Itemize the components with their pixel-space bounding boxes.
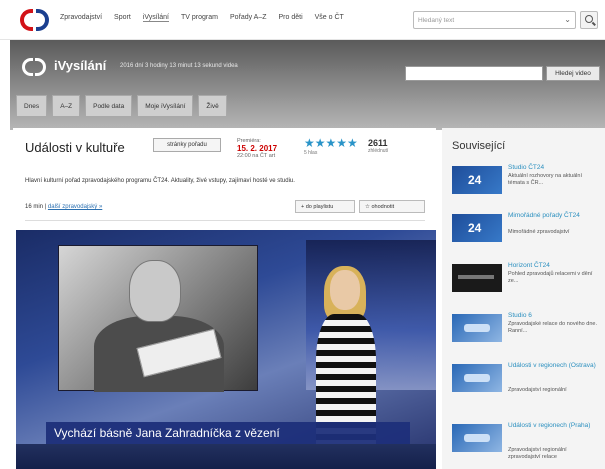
related-thumbnail[interactable] bbox=[452, 424, 502, 452]
premiere-info: Premiéra: 15. 2. 2017 22:00 na ČT art bbox=[237, 138, 297, 159]
studio6-logo-icon bbox=[464, 324, 490, 332]
rate-label: ohodnotit bbox=[371, 204, 395, 210]
divider bbox=[25, 220, 425, 221]
related-item-desc: Zpravodajství regionální zpravodajství r… bbox=[508, 447, 567, 460]
view-count: 2611 zhlédnutí bbox=[368, 138, 418, 154]
tab-a-z[interactable]: A–Z bbox=[52, 95, 81, 117]
related-thumbnail[interactable] bbox=[452, 314, 502, 342]
related-item[interactable]: Horizont ČT24 Pohled zpravodajů relacemi… bbox=[452, 260, 602, 306]
logo-left-arc bbox=[20, 9, 33, 31]
top-navigation: Zpravodajství Sport iVysílání TV program… bbox=[0, 0, 605, 40]
premiere-time: 22:00 na ČT art bbox=[237, 153, 276, 159]
search-video-button[interactable]: Hledej video bbox=[546, 66, 600, 81]
related-item-desc: Mimořádné zpravodajství bbox=[508, 229, 570, 235]
related-thumbnail[interactable] bbox=[452, 264, 502, 292]
search-placeholder: Hledaný text bbox=[418, 17, 455, 24]
rating-label: 5 hlas bbox=[304, 150, 318, 156]
rating-stars-icon[interactable]: ★★★★★ bbox=[304, 136, 364, 150]
related-thumbnail[interactable] bbox=[452, 364, 502, 392]
premiere-date: 15. 2. 2017 bbox=[237, 144, 278, 153]
program-description: Hlavní kulturní pořad zpravodajského pro… bbox=[25, 178, 295, 184]
views-number: 2611 bbox=[368, 138, 388, 148]
ivysilani-logo-right bbox=[35, 58, 46, 76]
video-stats: 2016 dní 3 hodiny 13 minut 13 sekund vid… bbox=[120, 63, 238, 69]
related-item-desc: Zpravodajské relace do nového dne. Ranní… bbox=[508, 321, 597, 334]
related-item[interactable]: Studio 6 Zpravodajské relace do nového d… bbox=[452, 310, 602, 356]
tab-dnes[interactable]: Dnes bbox=[16, 95, 48, 117]
related-item[interactable]: 24 Studio ČT24 Aktuální rozhovory na akt… bbox=[452, 162, 602, 208]
horizont-logo-icon bbox=[458, 275, 494, 279]
related-item[interactable]: Události v regionech (Ostrava) Zpravodaj… bbox=[452, 360, 602, 406]
regional-logo-icon bbox=[464, 374, 490, 382]
tab-zive[interactable]: Živě bbox=[198, 95, 227, 117]
program-panel: Události v kultuře stránky pořadu Premié… bbox=[13, 128, 436, 469]
program-title: Události v kultuře bbox=[25, 140, 125, 155]
related-sidebar: Související 24 Studio ČT24 Aktuální rozh… bbox=[442, 128, 605, 469]
nav-item-porady[interactable]: Pořady A–Z bbox=[230, 14, 267, 22]
related-item-title[interactable]: Události v regionech (Ostrava) bbox=[508, 362, 600, 370]
related-title: Související bbox=[452, 140, 506, 152]
search-icon bbox=[585, 15, 593, 23]
related-thumbnail[interactable]: 24 bbox=[452, 166, 502, 194]
related-item-desc: Aktuální rozhovory na aktuální témata s … bbox=[508, 173, 582, 186]
related-item-title[interactable]: Horizont ČT24 bbox=[508, 262, 600, 270]
rate-button[interactable]: ☆ ohodnotit bbox=[359, 200, 425, 213]
nav-item-zpravodajstvi[interactable]: Zpravodajství bbox=[60, 14, 102, 22]
nav-item-sport[interactable]: Sport bbox=[114, 14, 131, 22]
ivysilani-tabs: Dnes A–Z Podle data Moje iVysílání Živě bbox=[16, 95, 227, 117]
ivysilani-logo-left bbox=[22, 58, 33, 76]
ct-logo[interactable] bbox=[20, 9, 50, 31]
nav-item-vse-o-ct[interactable]: Vše o ČT bbox=[315, 14, 344, 22]
video-search-input[interactable] bbox=[405, 66, 543, 81]
related-item-desc: Pohled zpravodajů relacemi v dění ze... bbox=[508, 271, 593, 284]
regional-logo-icon bbox=[464, 434, 490, 442]
playlist-label: do playlistu bbox=[305, 204, 334, 210]
video-caption: Vychází básně Jana Zahradníčka z vězení bbox=[54, 426, 280, 440]
duration: 16 min bbox=[25, 204, 44, 210]
tab-podle-data[interactable]: Podle data bbox=[85, 95, 133, 117]
related-item-title[interactable]: Události v regionech (Praha) bbox=[508, 422, 600, 430]
ct24-logo-icon: 24 bbox=[468, 221, 482, 235]
add-to-playlist-button[interactable]: + do playlistu bbox=[295, 200, 355, 213]
archive-photo bbox=[58, 245, 258, 392]
related-item[interactable]: Události v regionech (Praha) Zpravodajst… bbox=[452, 420, 602, 466]
video-player[interactable]: Vychází básně Jana Zahradníčka z vězení bbox=[16, 230, 436, 469]
tab-moje-ivysilani[interactable]: Moje iVysílání bbox=[137, 95, 194, 117]
program-page-button[interactable]: stránky pořadu bbox=[153, 138, 221, 152]
photo-figure-head bbox=[129, 260, 181, 322]
related-item-title[interactable]: Mimořádné pořady ČT24 bbox=[508, 212, 600, 220]
ct24-logo-icon: 24 bbox=[468, 173, 482, 187]
rating: ★★★★★ 5 hlas bbox=[304, 136, 364, 156]
logo-right-arc bbox=[36, 9, 49, 31]
presenter-face bbox=[330, 270, 360, 310]
related-item-desc: Zpravodajství regionální bbox=[508, 387, 567, 393]
ivysilani-logo-icon[interactable] bbox=[22, 58, 48, 76]
ivysilani-header: iVysílání 2016 dní 3 hodiny 13 minut 13 … bbox=[10, 40, 605, 130]
site-search-input[interactable]: Hledaný text ⌄ bbox=[413, 11, 576, 29]
related-item-title[interactable]: Studio 6 bbox=[508, 312, 600, 320]
views-label: zhlédnutí bbox=[368, 148, 389, 154]
more-episodes-link[interactable]: další zpravodajský » bbox=[48, 204, 102, 210]
nav-item-tv-program[interactable]: TV program bbox=[181, 14, 218, 22]
search-button[interactable] bbox=[580, 11, 598, 29]
nav-links: Zpravodajství Sport iVysílání TV program… bbox=[60, 14, 344, 22]
nav-item-pro-deti[interactable]: Pro děti bbox=[279, 14, 303, 22]
nav-item-ivysilani[interactable]: iVysílání bbox=[142, 14, 169, 22]
related-item-title[interactable]: Studio ČT24 bbox=[508, 164, 600, 172]
duration-row: 16 min | další zpravodajský » bbox=[25, 204, 103, 210]
page: Zpravodajství Sport iVysílání TV program… bbox=[0, 0, 605, 469]
related-thumbnail[interactable]: 24 bbox=[452, 214, 502, 242]
video-bottom-strip bbox=[16, 444, 436, 469]
ivysilani-title[interactable]: iVysílání bbox=[54, 58, 106, 73]
related-item[interactable]: 24 Mimořádné pořady ČT24 Mimořádné zprav… bbox=[452, 210, 602, 256]
chevron-down-icon[interactable]: ⌄ bbox=[564, 15, 571, 24]
